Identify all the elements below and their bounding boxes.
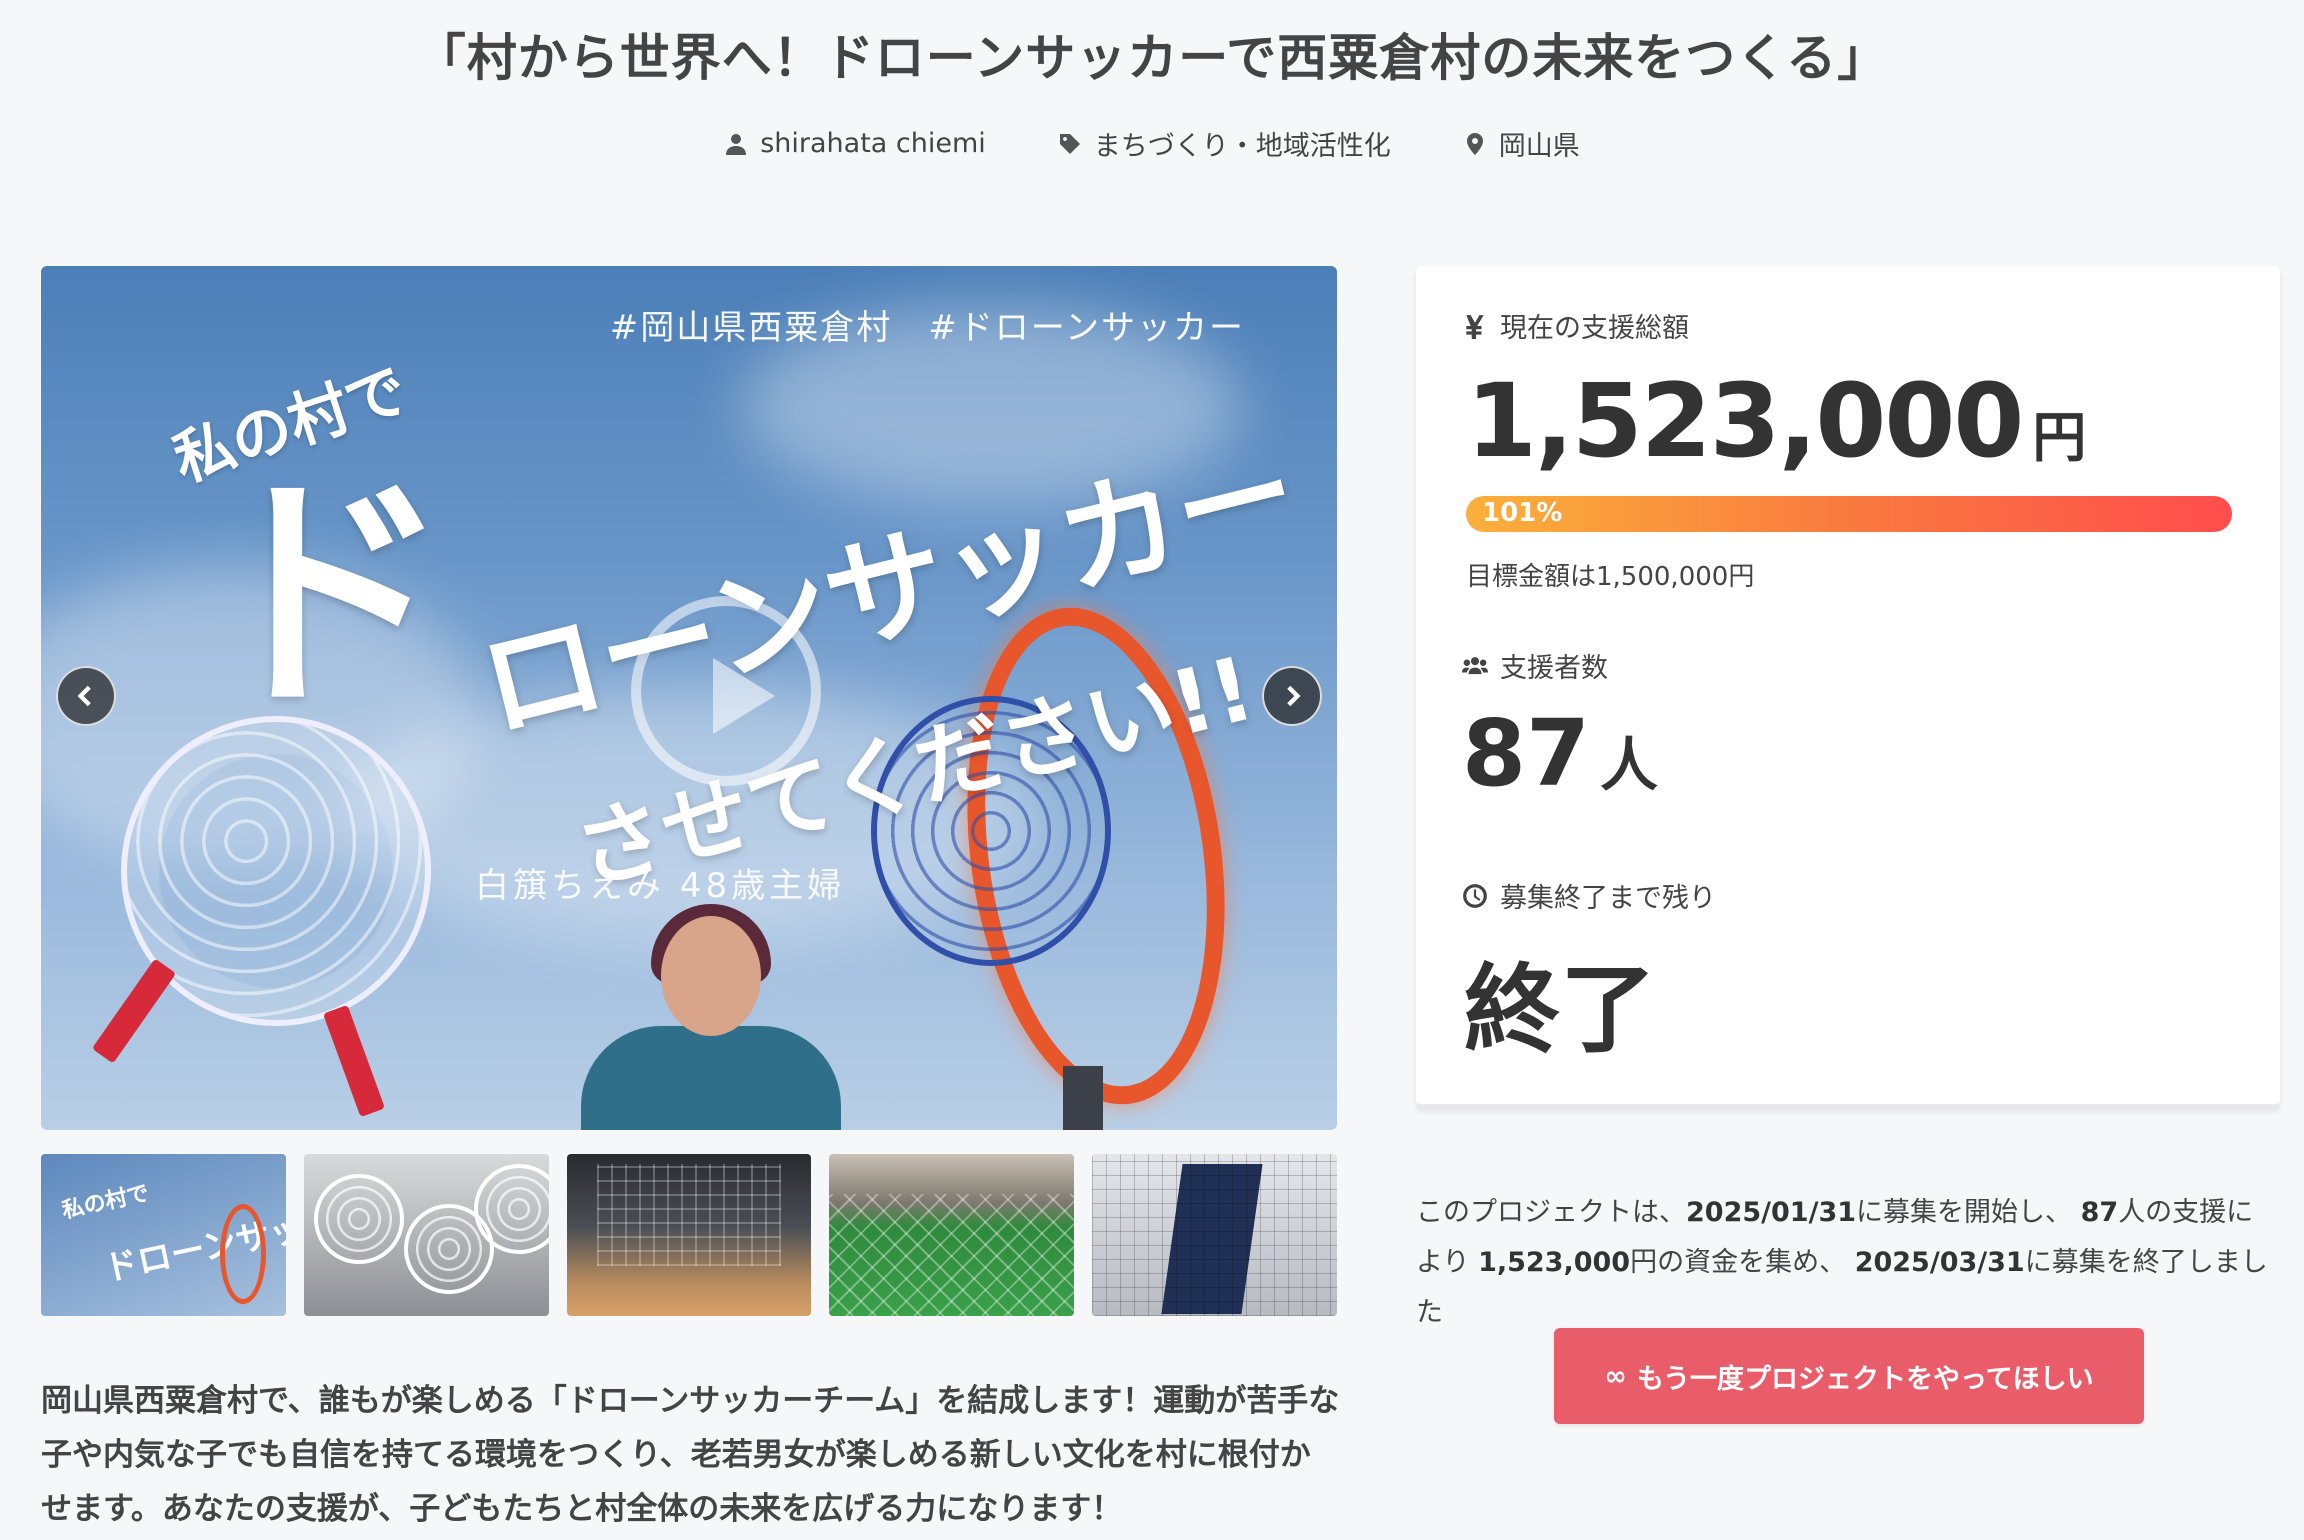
summary-text: に募集を開始し、 (1856, 1197, 2073, 1228)
hero-hashtags: #岡山県西粟倉村 #ドローンサッカー (610, 300, 1245, 349)
chevron-left-icon (77, 685, 91, 707)
owner-link[interactable]: shirahata chiemi (724, 124, 986, 163)
amount-label-text: 現在の支援総額 (1500, 313, 1689, 344)
hero-hashtag: #ドローンサッカー (928, 308, 1245, 348)
progress-label: 101% (1482, 498, 1563, 528)
goal-text: 目標金額は1,500,000円 (1466, 562, 1755, 592)
amount-unit: 円 (2032, 406, 2087, 469)
thumbnail-strip: 私の村で ドローンサッカー (41, 1154, 1337, 1316)
amount-label: 現在の支援総額 (1462, 306, 1689, 345)
summary-end-date: 2025/03/31 (1854, 1247, 2025, 1278)
remaining-label-text: 募集終了まで残り (1500, 883, 1716, 914)
project-title: 「村から世界へ！ドローンサッカーで西粟倉村の未来をつくる」 (415, 29, 1889, 87)
project-meta: shirahata chiemi まちづくり・地域活性化 岡山県 (0, 124, 2304, 163)
play-icon[interactable] (631, 596, 821, 786)
project-summary: このプロジェクトは、2025/01/31に募集を開始し、 87人の支援により 1… (1416, 1188, 2280, 1338)
progress-fill (1466, 496, 2232, 532)
summary-backers: 87 (2080, 1197, 2119, 1228)
map-pin-icon (1466, 132, 1483, 155)
summary-start-date: 2025/01/31 (1686, 1197, 1857, 1228)
chevron-right-icon (1287, 685, 1301, 707)
remaining-value: 終了 (1464, 954, 1656, 1066)
remaining-label: 募集終了まで残り (1462, 876, 1716, 915)
owner-name: shirahata chiemi (760, 128, 986, 159)
backers-value: 87 人 (1462, 700, 1658, 807)
backers-label-text: 支援者数 (1500, 653, 1608, 684)
striker-strap (322, 1004, 386, 1118)
hero-text-line2: ド (201, 450, 451, 741)
backers-label: 支援者数 (1462, 646, 1608, 685)
summary-amount: 1,523,000 (1478, 1247, 1631, 1278)
category-link[interactable]: まちづくり・地域活性化 (1058, 124, 1391, 163)
summary-text: このプロジェクトは、 (1416, 1197, 1686, 1228)
users-icon (1462, 656, 1488, 674)
amount-value: 1,523,000 円 (1466, 362, 2086, 481)
request-again-button[interactable]: ∞ もう一度プロジェクトをやってほしい (1554, 1328, 2144, 1424)
progress-bar: 101% (1466, 496, 2232, 532)
project-description: 岡山県西粟倉村で、誰もが楽しめる「ドローンサッカーチーム」を結成します！運動が苦… (41, 1383, 1340, 1527)
user-icon (726, 133, 747, 155)
location-link[interactable]: 岡山県 (1463, 124, 1580, 163)
backers-unit: 人 (1600, 731, 1659, 799)
hero-hashtag: #岡山県西粟倉村 (609, 308, 893, 348)
infinity-icon: ∞ (1604, 1360, 1627, 1392)
yen-icon (1466, 314, 1484, 339)
carousel-prev-button[interactable] (56, 666, 116, 726)
backers-number: 87 (1462, 700, 1591, 807)
summary-text: 円の資金を集め、 (1630, 1247, 1847, 1278)
funding-stats-card: 現在の支援総額 1,523,000 円 101% 目標金額は1,500,000円 … (1416, 266, 2280, 1108)
thumbnail[interactable] (1092, 1154, 1337, 1316)
person-photo (581, 904, 841, 1130)
hero-video[interactable]: #岡山県西粟倉村 #ドローンサッカー 私の村で ド ローンサッカー させてください… (41, 266, 1337, 1130)
hero-caption: 白簱ちえみ 48歳主婦 (475, 866, 846, 906)
request-again-label: もう一度プロジェクトをやってほしい (1636, 1363, 2094, 1395)
clock-icon (1463, 883, 1487, 908)
thumbnail-text: 私の村で (59, 1181, 152, 1224)
category-name: まちづくり・地域活性化 (1093, 131, 1391, 162)
location-name: 岡山県 (1498, 131, 1580, 162)
tag-icon (1059, 133, 1080, 154)
striker-strap (91, 958, 177, 1064)
goal-pole (1063, 1066, 1103, 1130)
carousel-next-button[interactable] (1262, 666, 1322, 726)
thumbnail[interactable] (303, 1154, 549, 1316)
thumbnail[interactable] (829, 1154, 1075, 1316)
thumbnail[interactable] (566, 1154, 812, 1316)
thumbnail[interactable]: 私の村で ドローンサッカー (41, 1154, 286, 1316)
amount-number: 1,523,000 (1466, 362, 2024, 481)
